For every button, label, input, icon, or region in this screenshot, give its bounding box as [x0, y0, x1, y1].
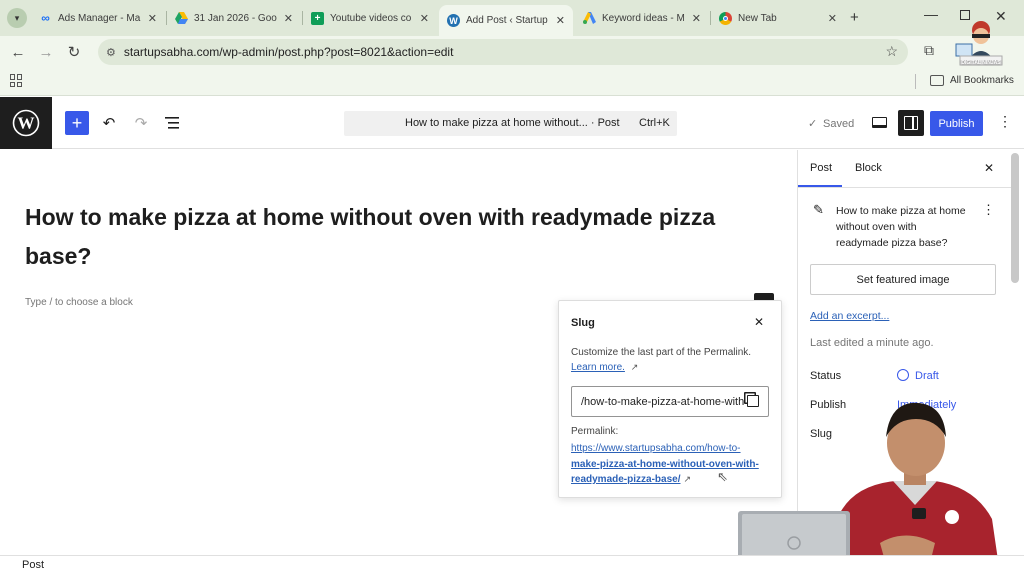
chrome-icon	[719, 11, 732, 25]
back-button[interactable]: ←	[8, 42, 28, 62]
tab-label: Keyword ideas - M	[602, 12, 685, 24]
external-link-icon: ↗	[683, 474, 692, 484]
bookmarks-bar: All Bookmarks	[0, 68, 1024, 96]
tab-search-button[interactable]: ▾	[7, 8, 27, 28]
browser-tab-active[interactable]: W Add Post ‹ Startup ✕	[439, 5, 573, 36]
sidebar-divider	[798, 187, 1011, 188]
apps-grid-icon[interactable]	[10, 74, 23, 87]
bookmarks-divider	[915, 74, 916, 89]
preview-icon[interactable]	[872, 117, 887, 128]
mouse-cursor-icon: ⇖	[717, 469, 728, 484]
external-link-icon: ↗	[630, 362, 639, 372]
command-bar-shortcut: Ctrl+K	[639, 117, 670, 129]
set-featured-image-button[interactable]: Set featured image	[810, 264, 996, 295]
publish-button[interactable]: Publish	[930, 111, 983, 136]
permalink-label: Permalink:	[571, 426, 619, 437]
close-icon[interactable]: ✕	[984, 161, 994, 175]
tab-label: Add Post ‹ Startup	[466, 15, 548, 26]
learn-more-link[interactable]: Learn more. ↗	[571, 362, 638, 373]
reload-button[interactable]: ↻	[64, 42, 84, 62]
redo-icon[interactable]: ↷	[131, 113, 151, 133]
block-breadcrumb-footer: Post	[0, 555, 1024, 574]
sidebar-title-line: How to make pizza at home	[836, 205, 966, 217]
svg-text:W: W	[18, 114, 35, 133]
learn-more-text: Learn more.	[571, 362, 625, 373]
sidebar-title-line: readymade pizza base?	[836, 237, 948, 249]
sidebar-icon	[904, 116, 918, 130]
forward-button[interactable]: →	[36, 42, 56, 62]
minimize-button[interactable]: —	[924, 6, 938, 22]
tab-block[interactable]: Block	[855, 162, 882, 174]
tab-label: 31 Jan 2026 - Goo	[194, 12, 277, 24]
new-tab-button[interactable]: +	[850, 9, 859, 26]
more-options-icon[interactable]: ⋮	[998, 114, 1012, 128]
status-label: Status	[810, 370, 842, 382]
sidebar-scrollbar[interactable]	[1011, 153, 1019, 283]
permalink-line: readymade-pizza-base/	[571, 474, 681, 485]
wordpress-icon: W	[12, 109, 40, 137]
browser-tab[interactable]: 31 Jan 2026 - Goo ✕	[167, 5, 301, 31]
browser-tab[interactable]: New Tab ✕	[711, 5, 845, 31]
block-placeholder[interactable]: Type / to choose a block	[25, 297, 133, 308]
tab-label: Ads Manager - Ma	[58, 12, 141, 24]
browser-tab[interactable]: Keyword ideas - M ✕	[575, 5, 709, 31]
post-title[interactable]: How to make pizza at home without oven w…	[25, 198, 785, 276]
sidebar-post-title: How to make pizza at home without oven w…	[836, 203, 966, 251]
saved-status: Saved	[823, 118, 855, 130]
google-ads-icon	[583, 12, 596, 25]
tab-label: New Tab	[738, 12, 777, 24]
close-icon[interactable]: ✕	[692, 12, 701, 25]
browser-tab[interactable]: + Youtube videos co ✕	[303, 5, 437, 31]
close-icon[interactable]: ✕	[148, 12, 157, 25]
command-palette-bar[interactable]: How to make pizza at home without... · P…	[344, 111, 677, 136]
slug-value: /how-to-make-pizza-at-home-with	[581, 395, 745, 408]
post-actions-menu-icon[interactable]: ⋮	[982, 202, 995, 218]
document-overview-icon[interactable]	[163, 113, 183, 133]
bookmark-star-icon[interactable]: ☆	[885, 43, 898, 60]
url-text: startupsabha.com/wp-admin/post.php?post=…	[123, 45, 454, 59]
close-icon[interactable]: ✕	[284, 12, 293, 25]
close-icon[interactable]: ✕	[754, 315, 764, 329]
browser-tab-strip: ▾ ∞ Ads Manager - Ma ✕ 31 Jan 2026 - Goo…	[0, 0, 1024, 36]
breadcrumb-post[interactable]: Post	[22, 559, 44, 571]
folder-icon	[930, 75, 944, 86]
presenter-video-overlay	[738, 402, 1000, 574]
draft-status-icon	[897, 369, 909, 381]
slug-description: Customize the last part of the Permalink…	[571, 347, 752, 358]
settings-panel-toggle[interactable]	[898, 110, 924, 136]
last-edited-text: Last edited a minute ago.	[810, 337, 934, 349]
saved-check-icon: ✓	[808, 118, 818, 130]
wordpress-icon: W	[447, 14, 460, 27]
command-bar-title: How to make pizza at home without... · P…	[405, 117, 620, 129]
add-excerpt-link[interactable]: Add an excerpt...	[810, 310, 889, 322]
slug-popover-heading: Slug	[571, 317, 595, 329]
add-block-button[interactable]: +	[65, 111, 89, 135]
site-info-icon[interactable]: ⚙	[106, 46, 116, 59]
tab-label: Youtube videos co	[330, 12, 412, 24]
close-icon[interactable]: ✕	[420, 12, 429, 25]
avatar-caption: DIGITAL NINJAS	[961, 60, 1001, 66]
post-type-icon: ✎	[813, 202, 824, 217]
meta-icon: ∞	[41, 11, 50, 25]
sidebar-title-line: without oven with	[836, 221, 917, 233]
all-bookmarks-link[interactable]: All Bookmarks	[950, 75, 1014, 86]
close-icon[interactable]: ✕	[556, 14, 565, 27]
extensions-icon[interactable]: ⧉	[924, 42, 934, 59]
google-drive-icon	[175, 12, 188, 25]
address-bar[interactable]: ⚙ startupsabha.com/wp-admin/post.php?pos…	[98, 39, 908, 65]
wordpress-logo-button[interactable]: W	[0, 97, 52, 149]
close-icon[interactable]: ✕	[828, 12, 837, 25]
status-value-button[interactable]: Draft	[915, 370, 939, 382]
browser-tab[interactable]: ∞ Ads Manager - Ma ✕	[31, 5, 165, 31]
undo-icon[interactable]: ↶	[99, 113, 119, 133]
google-sheets-icon: +	[311, 11, 324, 25]
tab-post[interactable]: Post	[810, 162, 832, 174]
